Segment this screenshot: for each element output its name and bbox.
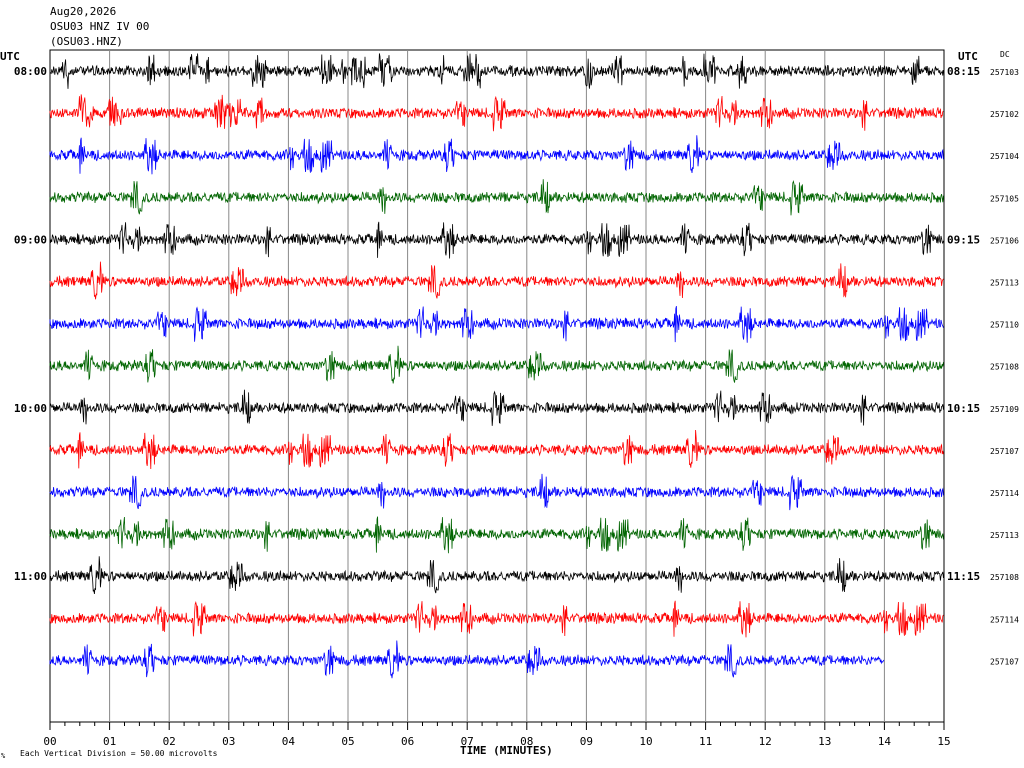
x-tick-label: 02: [163, 735, 176, 748]
right-time-label: 11:15: [947, 570, 980, 583]
right-time-label: 09:15: [947, 233, 980, 246]
x-axis-title: TIME (MINUTES): [460, 744, 553, 757]
dc-value-label: 257110: [990, 321, 1019, 330]
dc-value-label: 257107: [990, 657, 1019, 666]
dc-value-label: 257103: [990, 68, 1019, 77]
right-time-label: 10:15: [947, 402, 980, 415]
trace-line: [49, 345, 944, 384]
left-time-label: 10:00: [14, 402, 47, 415]
dc-value-label: 257106: [990, 236, 1019, 245]
trace-line: [49, 261, 944, 300]
x-tick-label: 06: [401, 735, 414, 748]
x-tick-label: 09: [580, 735, 593, 748]
trace-line: [49, 94, 944, 132]
x-tick-label: 01: [103, 735, 116, 748]
dc-value-label: 257104: [990, 152, 1019, 161]
dc-value-label: 257107: [990, 447, 1019, 456]
chart-traces: [49, 53, 944, 679]
trace-line: [49, 135, 944, 175]
x-tick-label: 13: [818, 735, 831, 748]
x-tick-label: 04: [282, 735, 296, 748]
x-tick-label: 14: [878, 735, 892, 748]
dc-value-label: 257113: [990, 531, 1019, 540]
trace-line: [49, 306, 944, 343]
trace-line: [49, 53, 944, 89]
dc-value-label: 257108: [990, 573, 1019, 582]
dc-value-label: 257109: [990, 405, 1019, 414]
x-tick-label: 00: [43, 735, 56, 748]
left-time-label: 11:00: [14, 570, 47, 583]
scale-note: Each Vertical Division = 50.00 microvolt…: [20, 749, 218, 758]
dc-value-label: 257114: [990, 489, 1019, 498]
x-tick-label: 05: [341, 735, 354, 748]
right-time-label: 08:15: [947, 65, 980, 78]
plot-frame: [49, 49, 945, 723]
dc-value-label: 257102: [990, 110, 1019, 119]
left-time-label: 08:00: [14, 65, 47, 78]
trace-line: [49, 179, 944, 216]
dc-value-label: 257114: [990, 615, 1019, 624]
dc-value-label: 257105: [990, 194, 1019, 203]
x-tick-label: 15: [937, 735, 950, 748]
trace-line: [49, 600, 944, 638]
trace-line: [49, 516, 944, 554]
dc-value-label: 257108: [990, 363, 1019, 372]
seismogram-chart: 00 01 02 03 04 05 06 07 08 09 10 11 12 13 14 1525710325…: [14, 49, 1019, 748]
trace-line: [49, 221, 944, 259]
x-tick-label: 11: [699, 735, 712, 748]
corner-mark: %: [1, 752, 6, 760]
left-time-label: 09:00: [14, 233, 47, 246]
x-tick-label: 03: [222, 735, 235, 748]
x-tick-label: 12: [759, 735, 772, 748]
dc-value-label: 257113: [990, 279, 1019, 288]
x-tick-label: 10: [639, 735, 652, 748]
trace-line: [49, 389, 944, 426]
trace-line: [49, 473, 944, 511]
trace-line: [49, 556, 944, 595]
trace-line: [49, 429, 944, 470]
